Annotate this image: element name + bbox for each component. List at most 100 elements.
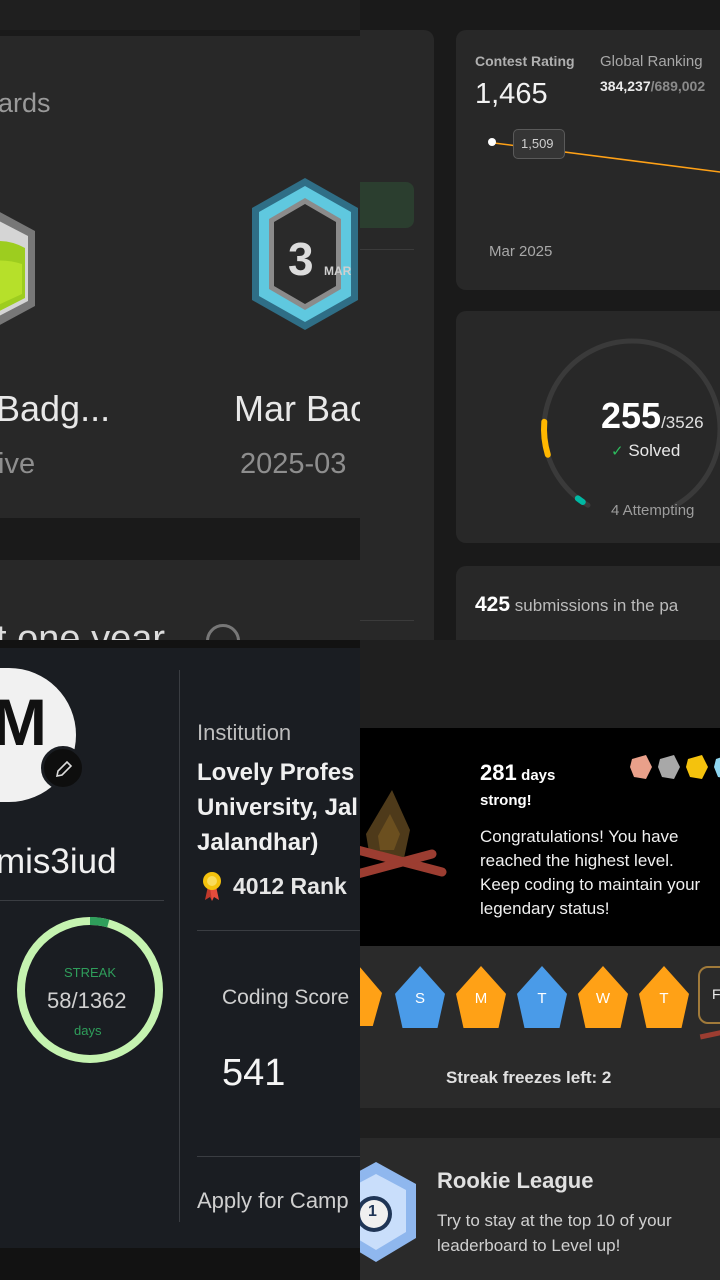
stats-panel: Contest Rating 1,465 Global Ranking 384,…: [360, 0, 720, 640]
streak-label: STREAK: [64, 965, 117, 980]
streak-unit: days: [74, 1023, 102, 1038]
march-badge-date: 2025-03: [240, 448, 347, 480]
solved-number: 255: [601, 395, 662, 436]
solved-label-row: ✓ Solved: [611, 441, 680, 461]
streak-freezes: Streak freezes left: 2: [446, 1068, 612, 1087]
rating-tooltip: 1,509: [513, 129, 565, 159]
day-flame-label: M: [474, 990, 488, 1007]
vertical-divider: [179, 670, 180, 1222]
contest-rating-label: Contest Rating: [475, 53, 575, 69]
apply-for-campus-link[interactable]: Apply for Camp: [197, 1188, 349, 1214]
username: mis3iud: [0, 842, 117, 881]
submissions-text: submissions in the pa: [514, 596, 679, 615]
divider: [360, 620, 414, 621]
global-ranking-value: 384,237/689,002: [600, 78, 705, 94]
institution-line-1: Lovely Profes: [197, 759, 355, 786]
league-message-line-1: Try to stay at the top 10 of your: [437, 1211, 672, 1230]
today-marker: [699, 1029, 720, 1040]
streak-days-count: 281: [480, 760, 517, 785]
institution-line-2: University, Jal: [197, 794, 358, 821]
rating-point: [488, 138, 496, 146]
medal-icon: [203, 872, 221, 901]
badges-panel: ards Badg... ive 3 MAR Mar Bac 2025-03 t…: [0, 0, 360, 640]
league-message-line-2: leaderboard to Level up!: [437, 1236, 621, 1255]
divider: [0, 900, 164, 901]
march-badge-month: MAR: [324, 264, 352, 278]
solved-total: /3526: [661, 413, 704, 432]
attempting-label: 4 Attempting: [611, 502, 695, 519]
edit-avatar-button[interactable]: [41, 746, 85, 790]
campfire-icon: [360, 790, 447, 878]
coding-score-label: Coding Score: [222, 986, 350, 1009]
week-row: S M T W T F Streak freezes left: 2: [360, 946, 720, 1108]
streak-strong: strong!: [480, 792, 532, 809]
streak-value: 58/1362: [47, 988, 127, 1013]
day-flame-1[interactable]: M: [456, 966, 506, 1028]
badge-1-subtitle: ive: [0, 448, 36, 480]
institution-line-3: Jalandhar): [197, 829, 319, 856]
badges-card: ards Badg... ive 3 MAR Mar Bac 2025-03: [0, 36, 360, 518]
ring-attempting: [574, 495, 586, 505]
streak-panel: 281 days strong! Congratulations! You ha…: [360, 640, 720, 1280]
streak-message-line-2: reached the highest level.: [480, 851, 674, 870]
badge-1-icon[interactable]: [0, 186, 50, 346]
top-bar: [0, 0, 360, 30]
badge-1-name: Badg...: [0, 388, 111, 429]
flame-partial: [360, 966, 382, 1026]
solved-label: Solved: [628, 441, 681, 460]
march-badge-name: Mar Bac: [234, 388, 360, 429]
solved-card: 255/3526 ✓ Solved 4 Attempting: [456, 311, 720, 543]
divider: [360, 249, 414, 250]
day-flame-label: W: [595, 990, 611, 1007]
day-flame-3[interactable]: W: [578, 966, 628, 1028]
coding-score-value: 541: [222, 1052, 286, 1094]
league-card: 1 Rookie League Try to stay at the top 1…: [360, 1138, 720, 1280]
ring-fill: [541, 418, 551, 458]
rank-text: 4012 Rank: [233, 873, 347, 899]
global-ranking-label: Global Ranking: [600, 53, 703, 70]
day-flame-0[interactable]: S: [395, 966, 445, 1028]
streak-days: 281 days: [480, 760, 555, 786]
badges-section-title: ards: [0, 88, 51, 118]
global-ranking-total: /689,002: [650, 78, 706, 94]
day-flame-label: T: [659, 990, 669, 1007]
left-panel: [360, 30, 434, 640]
institution-label: Institution: [197, 720, 292, 745]
day-flame-4[interactable]: T: [639, 966, 689, 1028]
streak-ring-fill: [89, 917, 110, 928]
activity-card: t one year: [0, 560, 360, 640]
rating-tooltip-value: 1,509: [521, 136, 554, 151]
contest-rating-value: 1,465: [475, 78, 548, 110]
streak-message-line-1: Congratulations! You have: [480, 827, 679, 846]
divider: [197, 1156, 360, 1157]
day-flame-2[interactable]: T: [517, 966, 567, 1028]
green-button[interactable]: [360, 182, 414, 228]
submissions-card: 425 submissions in the pa: [456, 566, 720, 640]
gem-icons: [630, 755, 720, 779]
day-flame-label: S: [414, 990, 425, 1007]
check-icon: ✓: [611, 443, 624, 460]
info-icon[interactable]: [206, 624, 240, 640]
avatar-letter: M: [0, 685, 47, 759]
divider: [197, 930, 360, 931]
rating-line-chart: [488, 138, 720, 173]
streak-message-line-3: Keep coding to maintain your: [480, 875, 701, 894]
profile-panel: M mis3iud STREAK 58/1362 days Institutio…: [0, 640, 360, 1280]
league-rank: 1: [368, 1203, 377, 1220]
streak-card: 281 days strong! Congratulations! You ha…: [360, 728, 720, 946]
submissions-count: 425: [475, 593, 511, 616]
solved-count: 255/3526: [601, 395, 704, 437]
submissions-summary: 425 submissions in the pa: [475, 593, 678, 617]
today-day-box[interactable]: F: [698, 966, 720, 1024]
profile-card: M mis3iud STREAK 58/1362 days Institutio…: [0, 648, 360, 1248]
march-badge-number: 3: [288, 233, 314, 285]
activity-title: t one year: [0, 618, 165, 640]
streak-days-unit: days: [521, 767, 556, 784]
league-title: Rookie League: [437, 1168, 594, 1193]
pencil-icon: [55, 760, 73, 778]
streak-message-line-4: legendary status!: [480, 899, 610, 918]
today-day-label: F: [712, 986, 720, 1002]
chart-month-label: Mar 2025: [489, 243, 553, 260]
global-ranking-rank: 384,237: [600, 78, 651, 94]
day-flame-label: T: [537, 990, 547, 1007]
